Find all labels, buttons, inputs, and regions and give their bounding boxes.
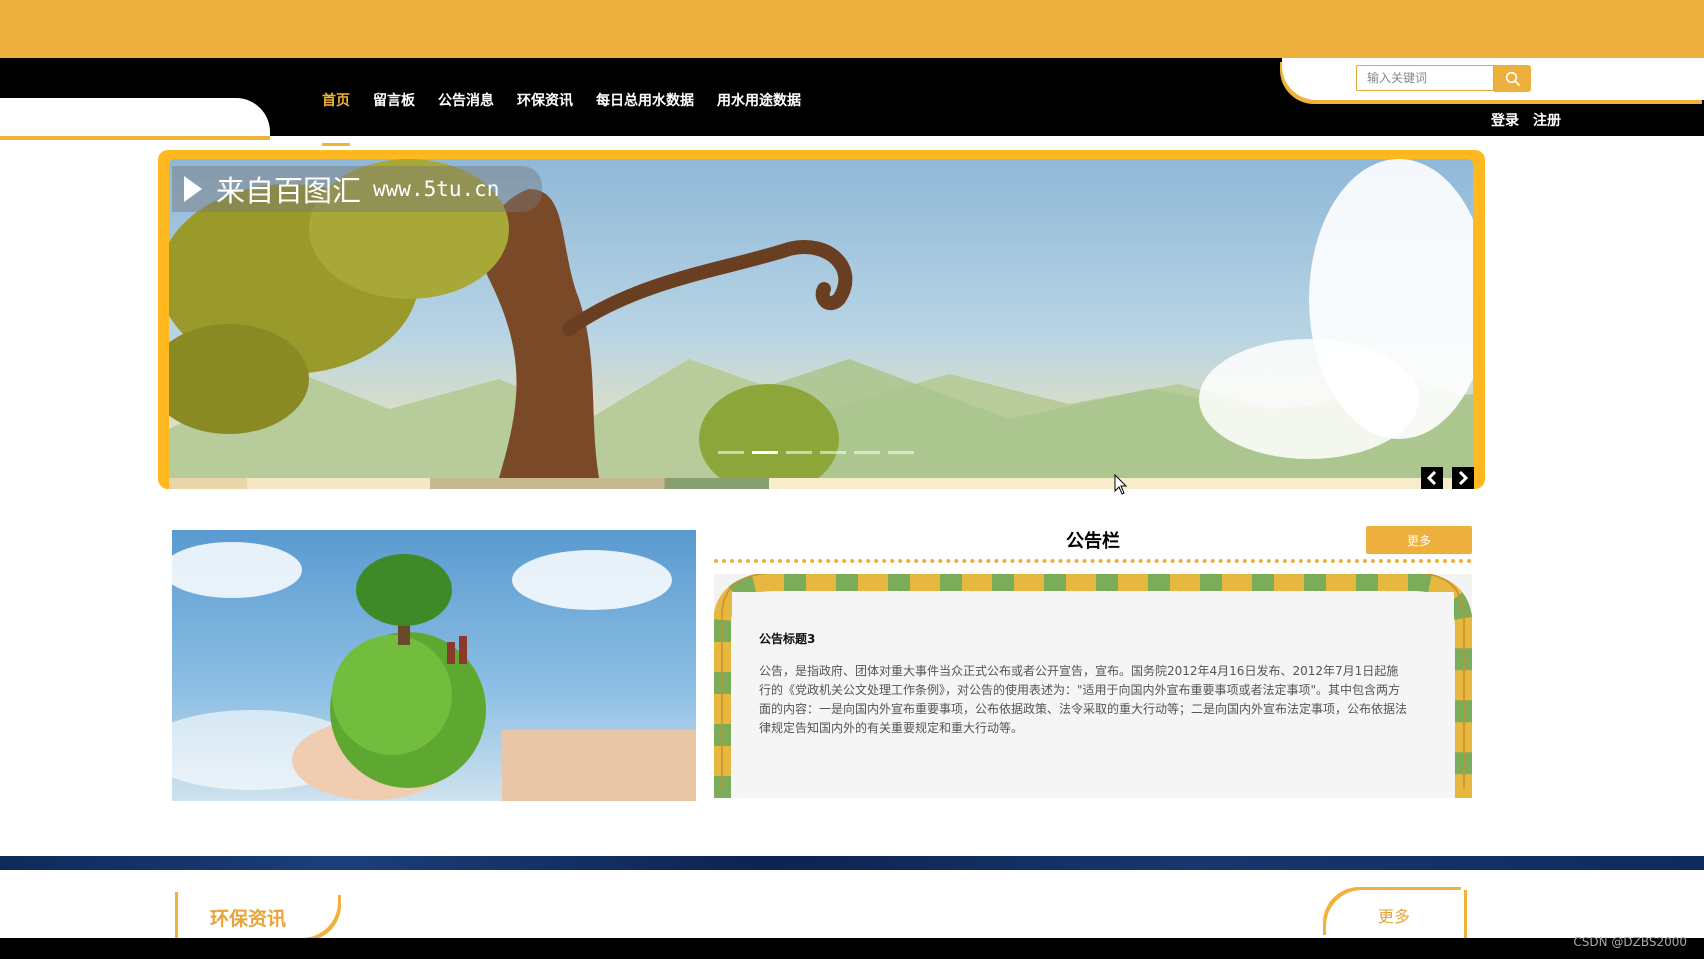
news-section-tab: 环保资讯 [178, 892, 338, 938]
notice-post-title[interactable]: 公告标题3 [759, 630, 815, 647]
credit-text: CSDN @DZBS2000 [1573, 935, 1687, 949]
nav-item-message-board[interactable]: 留言板 [373, 90, 415, 146]
cursor-icon [1114, 474, 1128, 495]
watermark-site: www.5tu.cn [373, 177, 500, 201]
watermark: 来自百图汇 www.5tu.cn [172, 166, 542, 212]
play-icon [184, 176, 202, 202]
register-link[interactable]: 注册 [1533, 110, 1561, 130]
logo-card [0, 98, 270, 136]
nav-item-eco-news[interactable]: 环保资讯 [517, 90, 573, 146]
carousel-dot[interactable] [854, 451, 880, 454]
main-nav: 首页 留言板 公告消息 环保资讯 每日总用水数据 用水用途数据 [322, 90, 801, 146]
banner-thumbnail-strip [169, 478, 1473, 489]
search-button[interactable] [1494, 65, 1531, 92]
top-accent-strip [0, 0, 1704, 58]
carousel-prev-button[interactable] [1421, 467, 1443, 489]
notice-post-body: 公告，是指政府、团体对重大事件当众正式公布或者公开宣告，宣布。国务院2012年4… [759, 664, 1408, 735]
carousel-next-button[interactable] [1452, 467, 1474, 489]
auth-links: 登录 注册 [1491, 110, 1561, 130]
bottom-bar [0, 938, 1704, 959]
carousel-dot[interactable] [888, 451, 914, 454]
carousel-dot[interactable] [820, 451, 846, 454]
nav-item-announcements[interactable]: 公告消息 [438, 90, 494, 146]
notice-section-title: 公告栏 [1066, 531, 1120, 552]
carousel-indicators [718, 451, 914, 454]
notice-more-button[interactable]: 更多 [1366, 526, 1472, 554]
dotted-divider [714, 559, 1472, 563]
search-icon [1505, 71, 1520, 86]
carousel-dot[interactable] [786, 451, 812, 454]
chevron-right-icon [1458, 471, 1469, 485]
feature-image [172, 530, 696, 801]
news-section-title: 环保资讯 [210, 908, 287, 930]
nav-item-water-usage[interactable]: 用水用途数据 [717, 90, 801, 146]
search-input[interactable] [1356, 65, 1494, 91]
news-more-label: 更多 [1378, 907, 1411, 926]
news-more-button[interactable]: 更多 [1326, 890, 1464, 938]
section-divider-band [0, 856, 1704, 870]
carousel-dot-active[interactable] [752, 451, 778, 454]
chevron-left-icon [1426, 471, 1437, 485]
carousel-dot[interactable] [718, 451, 744, 454]
nav-item-home[interactable]: 首页 [322, 90, 350, 146]
watermark-text: 来自百图汇 [216, 174, 362, 208]
login-link[interactable]: 登录 [1491, 110, 1519, 130]
nav-item-daily-water[interactable]: 每日总用水数据 [596, 90, 694, 146]
